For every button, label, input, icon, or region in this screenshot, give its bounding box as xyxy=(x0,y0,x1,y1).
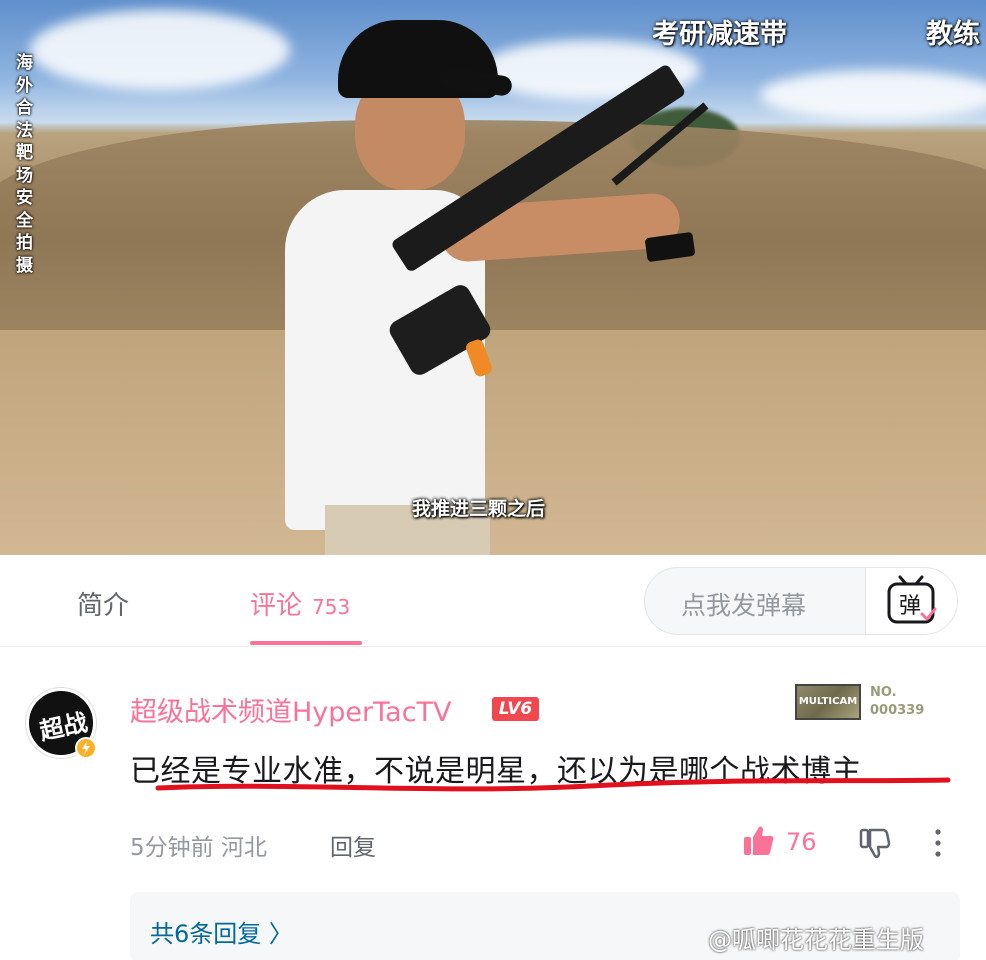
danmaku-input[interactable]: 点我发弹幕 弹 xyxy=(644,567,958,635)
reply-button[interactable]: 回复 xyxy=(330,828,376,862)
weibo-watermark: @呱唧花花花重生版 xyxy=(708,926,924,954)
danmaku-tv-icon: 弹 xyxy=(887,575,937,624)
ground xyxy=(0,330,986,555)
banner-right: 教练 xyxy=(926,19,980,50)
comment-time-location: 5分钟前 河北 xyxy=(130,835,267,861)
comments-count: 753 xyxy=(312,595,351,619)
tab-intro[interactable]: 简介 xyxy=(77,585,129,622)
danmaku-toggle-button[interactable]: 弹 xyxy=(865,568,957,634)
fan-badge-image[interactable]: MULTICAM xyxy=(795,684,861,720)
fan-badge-no-value: 000339 xyxy=(870,703,925,718)
like-count: 76 xyxy=(786,828,817,856)
video-player[interactable]: 海外合法靶场安全拍摄 考研减速带 教练 我推进三颗之后 xyxy=(0,0,986,555)
banner-left: 考研减速带 xyxy=(652,19,787,50)
fan-badge-no-label: NO. xyxy=(870,685,897,700)
video-subtitle: 我推进三颗之后 xyxy=(412,498,546,520)
tab-comments-label: 评论 xyxy=(250,591,303,621)
thumbs-down-icon[interactable] xyxy=(858,826,892,860)
side-caption: 海外合法靶场安全拍摄 xyxy=(16,53,33,276)
tab-comments[interactable]: 评论 753 xyxy=(250,585,350,622)
verified-icon xyxy=(75,737,97,759)
danmaku-placeholder: 点我发弹幕 xyxy=(681,591,807,620)
danmaku-icon-label: 弹 xyxy=(899,594,921,619)
cloud xyxy=(760,70,986,120)
fan-badge-number: NO. 000339 xyxy=(870,684,924,720)
cloud xyxy=(30,10,290,90)
thumbs-up-icon[interactable] xyxy=(742,824,776,858)
red-underline-annotation xyxy=(155,777,951,792)
level-badge: LV6 xyxy=(492,697,539,721)
tab-bar: 简介 评论 753 点我发弹幕 弹 xyxy=(0,555,986,647)
comment-username[interactable]: 超级战术频道HyperTacTV xyxy=(130,690,452,729)
active-tab-indicator xyxy=(250,641,362,645)
more-icon[interactable] xyxy=(928,826,948,860)
view-replies-link[interactable]: 共6条回复 〉 xyxy=(150,914,293,949)
avatar[interactable]: 超战 xyxy=(26,688,97,759)
